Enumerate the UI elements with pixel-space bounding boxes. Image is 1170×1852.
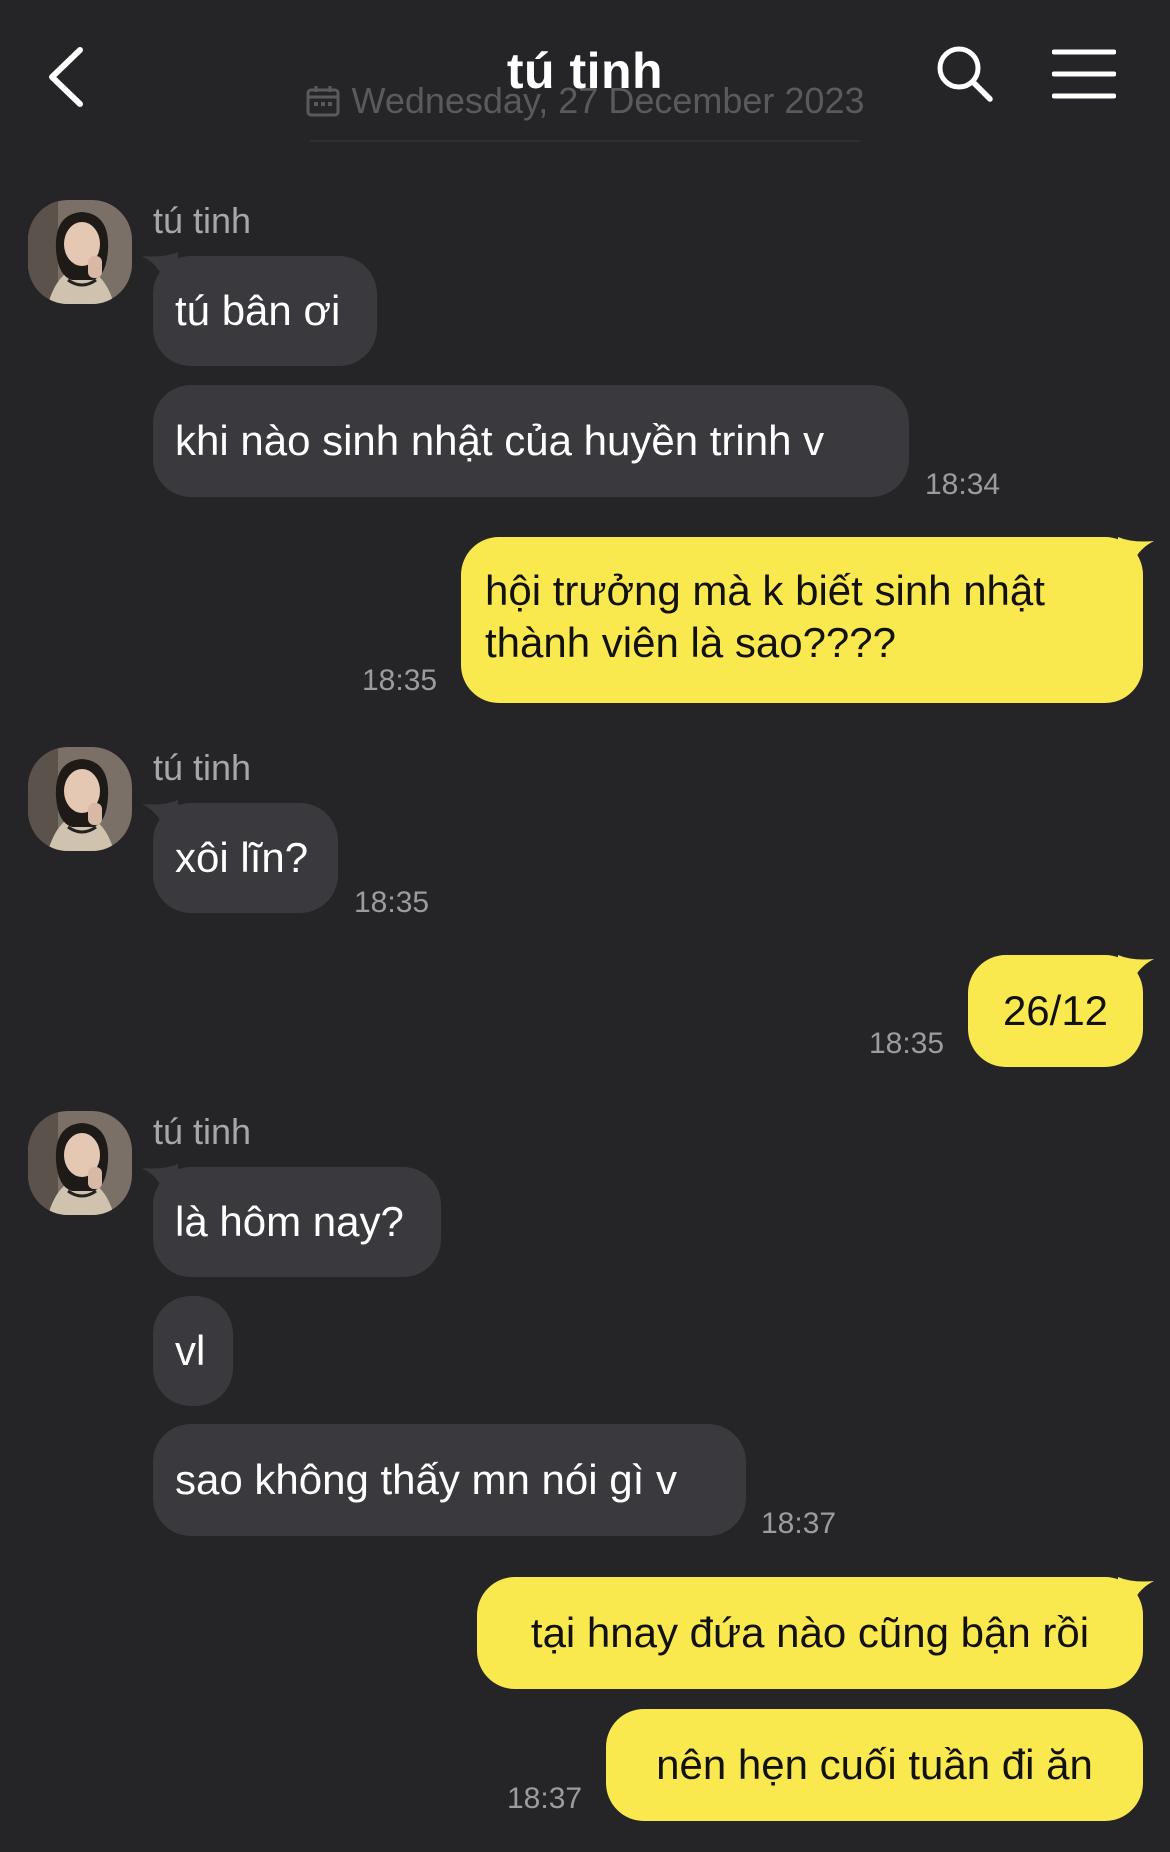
- bubble-tail: [1118, 955, 1154, 991]
- message-bubble[interactable]: tại hnay đứa nào cũng bận rồi: [477, 1577, 1143, 1689]
- avatar[interactable]: [28, 747, 132, 851]
- bubble-tail: [1118, 1577, 1154, 1613]
- message-bubble[interactable]: khi nào sinh nhật của huyền trinh v: [153, 385, 909, 497]
- message-timestamp: 18:35: [354, 886, 430, 919]
- sender-name: tú tinh: [153, 200, 252, 241]
- message-bubble[interactable]: nên hẹn cuối tuần đi ăn: [606, 1709, 1143, 1821]
- message-bubble[interactable]: vl: [153, 1296, 233, 1406]
- message-bubble[interactable]: xôi lĩn?: [153, 803, 338, 913]
- bubble-tail: [1118, 537, 1154, 573]
- date-separator-line: [310, 140, 860, 142]
- avatar[interactable]: [28, 1111, 132, 1215]
- message-line: hội trưởng mà k biết sinh nhật thành viên…: [485, 567, 1045, 666]
- avatar[interactable]: [28, 200, 132, 304]
- sender-name: tú tinh: [153, 747, 252, 788]
- hamburger-menu-icon: [1051, 49, 1117, 99]
- message-bubble[interactable]: là hôm nay?: [153, 1167, 441, 1277]
- message-timestamp: 18:35: [362, 664, 438, 697]
- message-bubble[interactable]: hội trưởng mà k biết sinh nhật thành viên…: [461, 537, 1143, 703]
- chat-header: Wednesday, 27 December 2023 tú tinh: [0, 0, 1170, 150]
- message-bubble[interactable]: sao không thấy mn nói gì v: [153, 1424, 746, 1536]
- message-timestamp: 18:34: [925, 468, 1001, 501]
- sender-name: tú tinh: [153, 1111, 252, 1152]
- menu-button[interactable]: [1051, 48, 1117, 100]
- message-timestamp: 18:35: [869, 1027, 945, 1060]
- search-button[interactable]: [935, 44, 995, 104]
- message-timestamp: 18:37: [507, 1782, 583, 1815]
- message-timestamp: 18:37: [761, 1507, 837, 1540]
- message-bubble[interactable]: tú bân ơi: [153, 256, 377, 366]
- message-bubble[interactable]: 26/12: [968, 955, 1143, 1067]
- search-icon: [937, 46, 993, 102]
